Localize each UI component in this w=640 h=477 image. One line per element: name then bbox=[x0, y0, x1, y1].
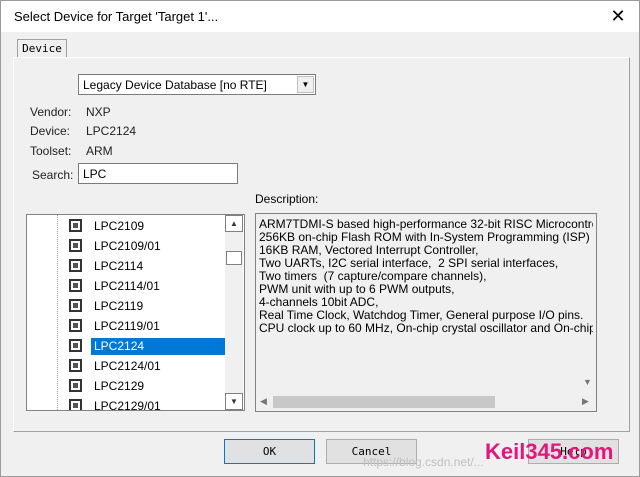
list-item-label: LPC2109 bbox=[94, 219, 145, 233]
vendor-value: NXP bbox=[86, 105, 111, 119]
chip-icon bbox=[69, 339, 82, 352]
description-horizontal-scrollbar[interactable]: ◀ ▶ bbox=[256, 393, 596, 411]
watermark-url: https://blog.csdn.net/... bbox=[363, 455, 484, 469]
device-list-scrollbar[interactable]: ▲ ▼ bbox=[225, 215, 243, 410]
list-item-label: LPC2124/01 bbox=[94, 359, 161, 373]
chip-icon bbox=[69, 219, 82, 232]
title-bar: Select Device for Target 'Target 1'... ✕ bbox=[1, 1, 639, 32]
vendor-label: Vendor: bbox=[30, 105, 72, 119]
list-item[interactable]: LPC2129/01 bbox=[69, 396, 229, 411]
scroll-down-icon[interactable]: ▼ bbox=[583, 377, 592, 387]
database-select-value: Legacy Device Database [no RTE] bbox=[83, 78, 267, 92]
search-input[interactable] bbox=[78, 163, 238, 184]
list-item[interactable]: LPC2114 bbox=[69, 256, 229, 276]
list-item-label: LPC2114/01 bbox=[94, 279, 160, 293]
description-text: ARM7TDMI-S based high-performance 32-bit… bbox=[259, 218, 593, 335]
list-item-label: LPC2119 bbox=[94, 299, 144, 313]
list-item-label: LPC2129 bbox=[94, 379, 145, 393]
toolset-label: Toolset: bbox=[30, 144, 72, 158]
search-label: Search: bbox=[32, 168, 74, 182]
list-item-label: LPC2119/01 bbox=[94, 319, 160, 333]
list-item-label: LPC2114 bbox=[94, 259, 144, 273]
chip-icon bbox=[69, 239, 82, 252]
device-label: Device: bbox=[30, 124, 71, 138]
chip-icon bbox=[69, 379, 82, 392]
scrollbar-thumb[interactable] bbox=[226, 251, 242, 265]
close-icon[interactable]: ✕ bbox=[605, 4, 631, 28]
database-select[interactable]: Legacy Device Database [no RTE] ▼ bbox=[78, 74, 316, 95]
select-device-dialog: Select Device for Target 'Target 1'... ✕… bbox=[0, 0, 640, 477]
list-item[interactable]: LPC2129 bbox=[69, 376, 229, 396]
scroll-left-icon[interactable]: ◀ bbox=[260, 396, 267, 407]
chip-icon bbox=[69, 399, 82, 410]
list-item[interactable]: LPC2119/01 bbox=[69, 316, 229, 336]
description-vertical-scrollbar[interactable]: ▼ bbox=[579, 214, 596, 394]
device-value: LPC2124 bbox=[86, 124, 137, 138]
list-item[interactable]: LPC2124/01 bbox=[69, 356, 229, 376]
horizontal-scrollbar-thumb[interactable] bbox=[273, 396, 495, 408]
tab-device[interactable]: Device bbox=[17, 39, 67, 59]
list-item-selected[interactable]: LPC2124 bbox=[69, 336, 229, 356]
description-box: ARM7TDMI-S based high-performance 32-bit… bbox=[255, 213, 597, 412]
list-item-label: LPC2109/01 bbox=[94, 239, 161, 253]
scroll-down-icon[interactable]: ▼ bbox=[225, 393, 243, 410]
chip-icon bbox=[69, 319, 82, 332]
watermark-logo: Keil345.com bbox=[485, 439, 614, 464]
list-item-label: LPC2129/01 bbox=[94, 399, 161, 411]
list-item[interactable]: LPC2114/01 bbox=[69, 276, 229, 296]
list-item[interactable]: LPC2109 bbox=[69, 216, 229, 236]
list-item[interactable]: LPC2109/01 bbox=[69, 236, 229, 256]
scroll-up-icon[interactable]: ▲ bbox=[225, 215, 243, 232]
device-tree[interactable]: LPC2109 LPC2109/01 LPC2114 LPC2114/01 LP… bbox=[26, 214, 245, 411]
tree-connector-line bbox=[57, 215, 58, 410]
chip-icon bbox=[69, 259, 82, 272]
list-item-label: LPC2124 bbox=[91, 338, 229, 355]
description-label: Description: bbox=[255, 192, 319, 206]
chevron-down-icon[interactable]: ▼ bbox=[297, 76, 314, 93]
chip-icon bbox=[69, 299, 82, 312]
ok-button[interactable]: OK bbox=[224, 439, 315, 464]
toolset-value: ARM bbox=[86, 144, 113, 158]
chip-icon bbox=[69, 279, 82, 292]
scroll-right-icon[interactable]: ▶ bbox=[582, 396, 589, 407]
dialog-title: Select Device for Target 'Target 1'... bbox=[14, 9, 219, 24]
chip-icon bbox=[69, 359, 82, 372]
list-item[interactable]: LPC2119 bbox=[69, 296, 229, 316]
